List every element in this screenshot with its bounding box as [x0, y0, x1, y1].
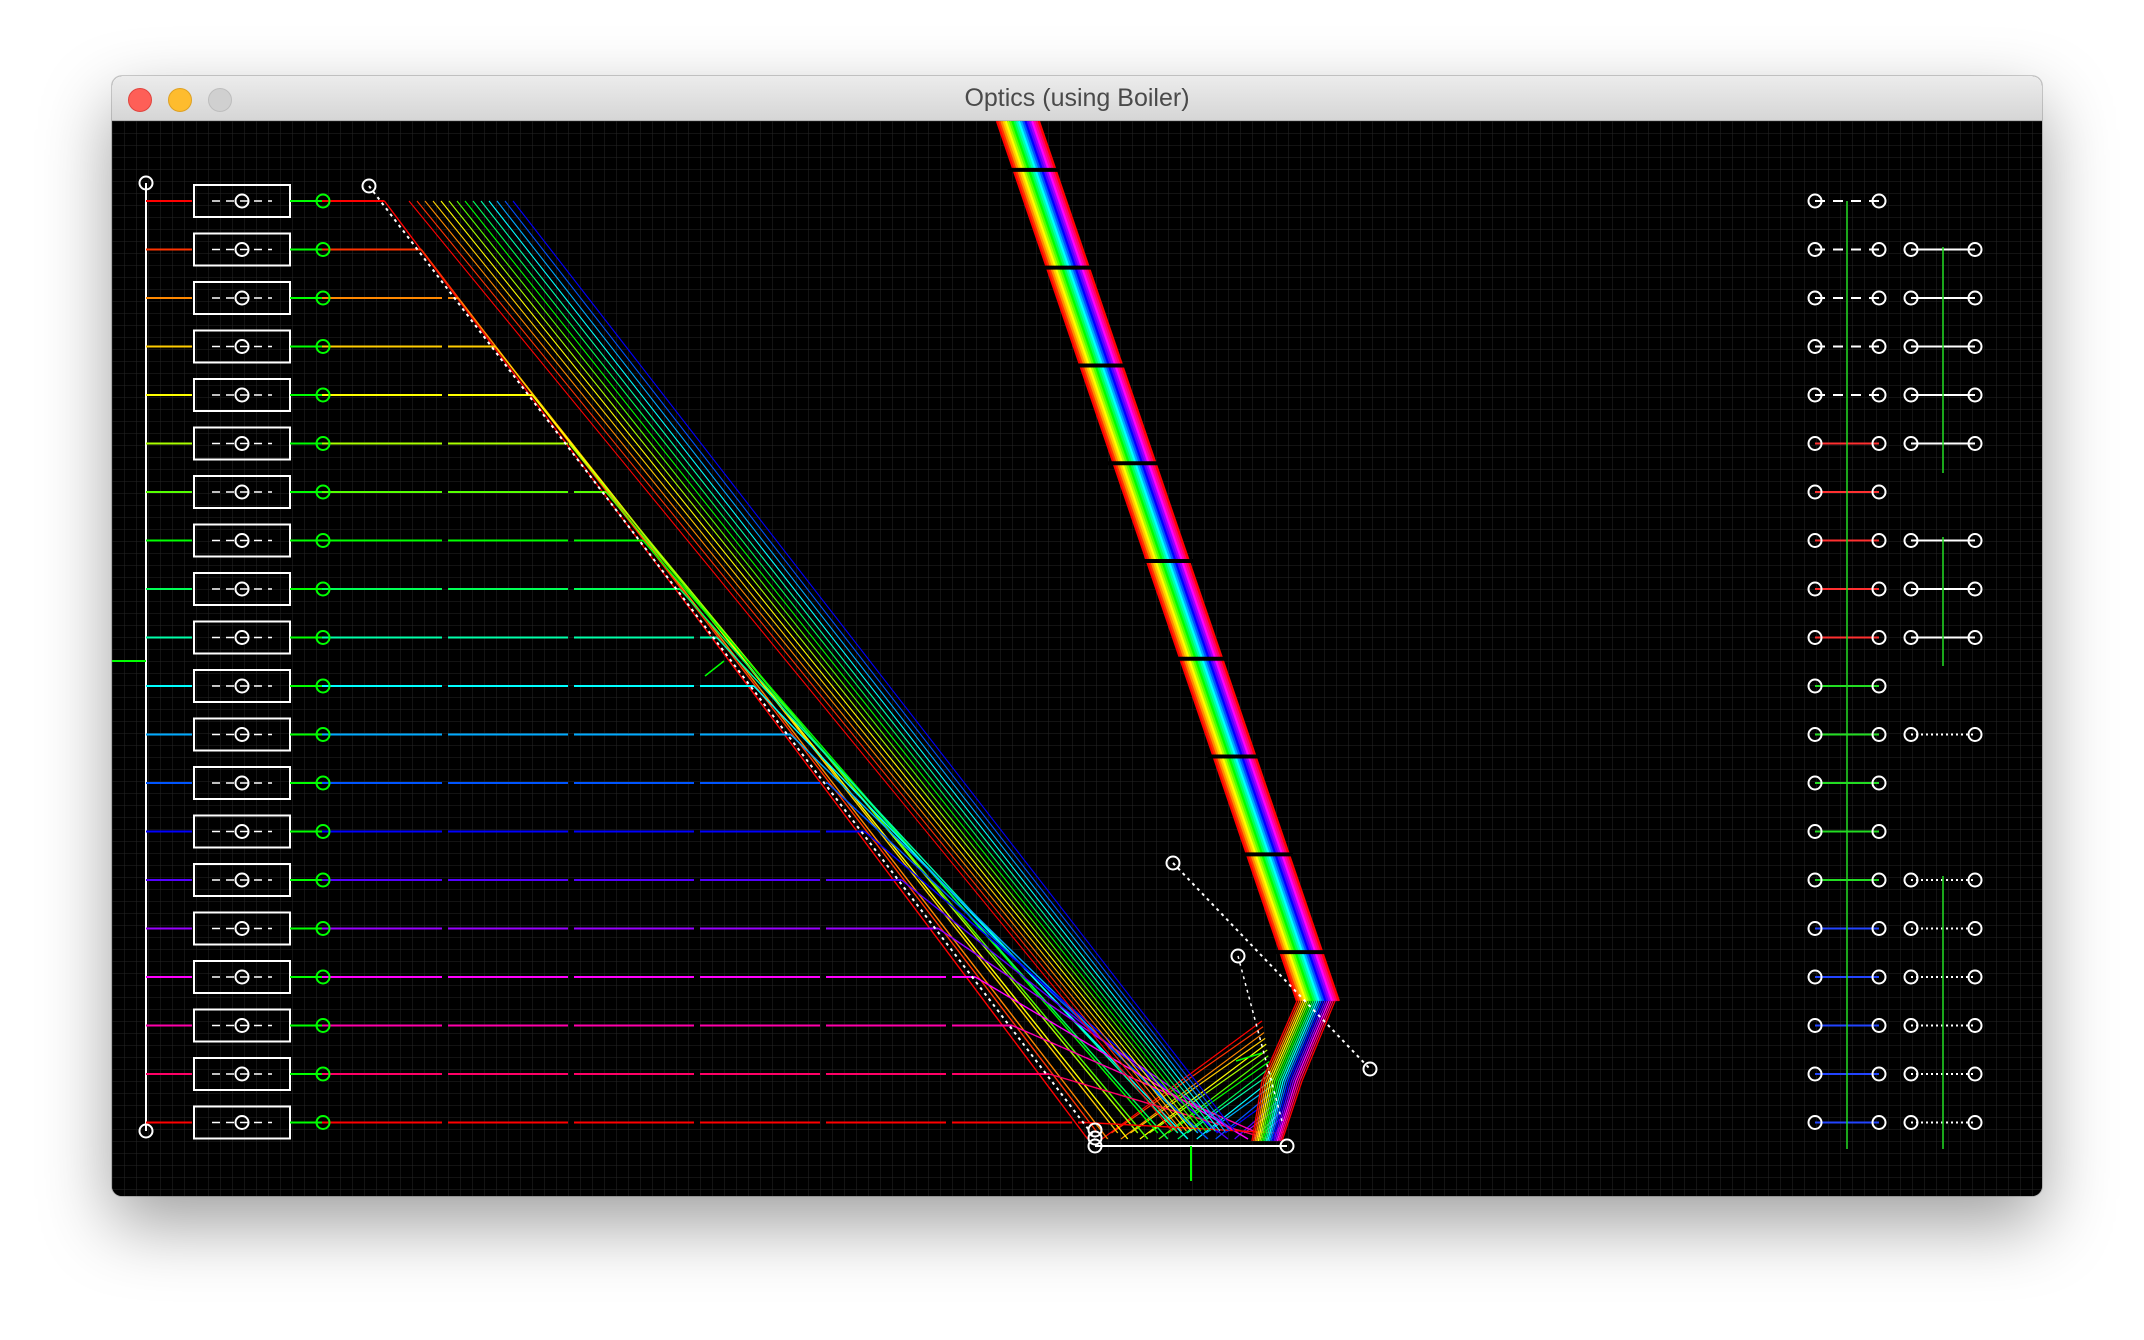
optics-canvas[interactable] [112, 121, 2042, 1196]
window-title: Optics (using Boiler) [964, 84, 1190, 112]
app-window: Optics (using Boiler) [112, 76, 2042, 1196]
title-bar[interactable]: Optics (using Boiler) [112, 76, 2042, 121]
optics-scene[interactable] [112, 121, 2042, 1196]
